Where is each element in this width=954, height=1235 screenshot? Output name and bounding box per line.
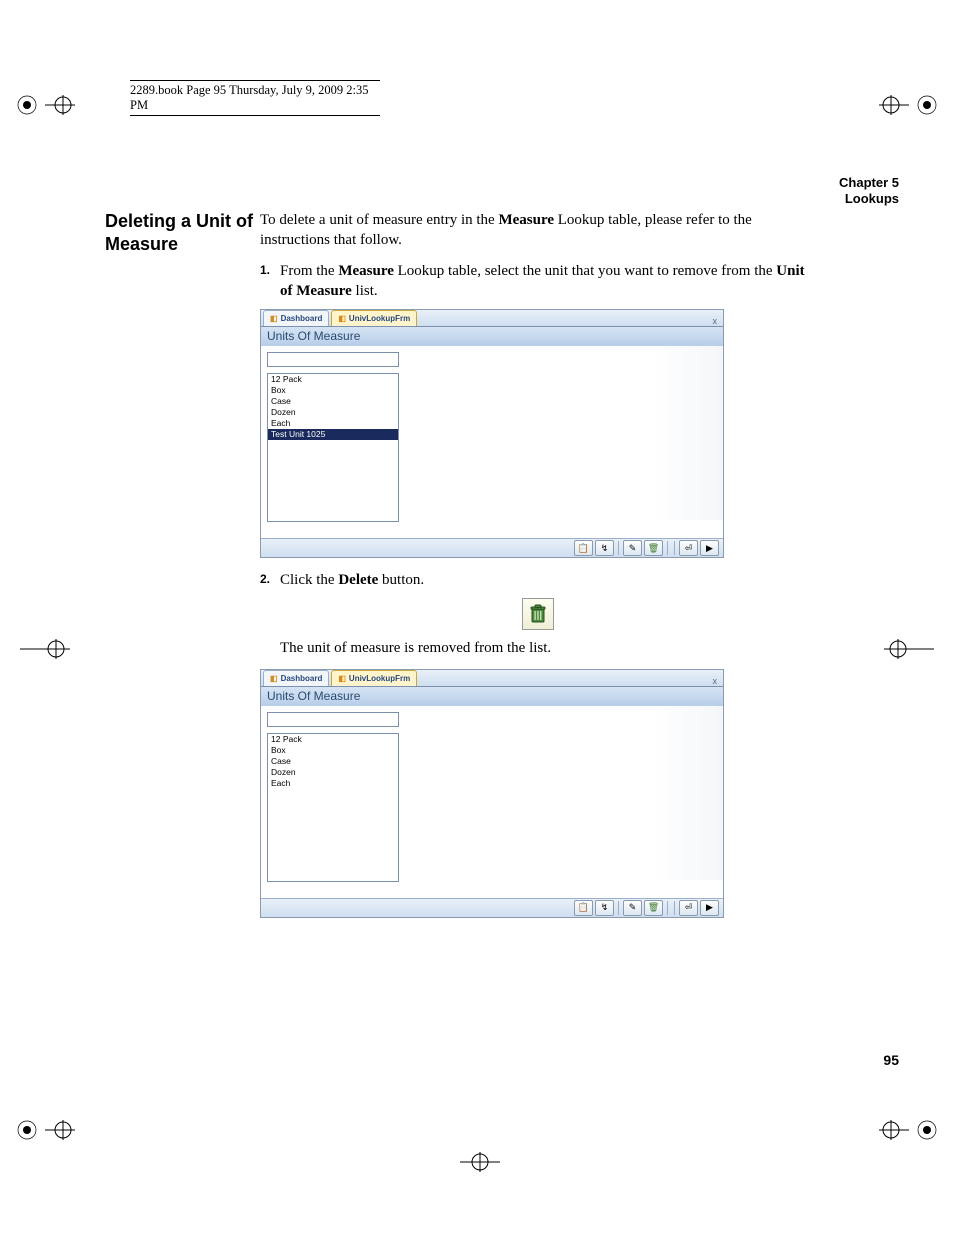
page-number: 95 [883, 1052, 899, 1068]
list-item[interactable]: Each [268, 418, 398, 429]
list-item[interactable]: Case [268, 396, 398, 407]
panel-title: Units Of Measure [261, 687, 723, 706]
edit-button[interactable]: ✎ [623, 540, 642, 556]
list-item[interactable]: Case [268, 756, 398, 767]
go-button[interactable]: ▶ [700, 900, 719, 916]
delete-button[interactable]: 🗑 [644, 540, 663, 556]
chapter-title: Lookups [839, 191, 899, 207]
copy-button[interactable]: ↯ [595, 900, 614, 916]
tab-dashboard[interactable]: ◧ Dashboard [263, 670, 329, 686]
delete-button-icon-figure [522, 598, 554, 630]
crop-mark-icon [20, 636, 70, 662]
undo-button[interactable]: ⏎ [679, 540, 698, 556]
list-item[interactable]: 12 Pack [268, 374, 398, 385]
new-button[interactable]: 📋 [574, 900, 593, 916]
unit-of-measure-list[interactable]: 12 PackBoxCaseDozenEachTest Unit 1025 [267, 373, 399, 522]
running-header: 2289.book Page 95 Thursday, July 9, 2009… [130, 80, 380, 116]
status-bar: 📋↯ ✎🗑 ⏎▶ [261, 898, 723, 917]
step-2: 2. Click the Delete button. [260, 570, 815, 590]
tab-icon: ◧ [338, 674, 346, 683]
step-number: 2. [260, 570, 280, 590]
result-paragraph: The unit of measure is removed from the … [280, 638, 815, 658]
step-1: 1. From the Measure Lookup table, select… [260, 261, 815, 302]
go-button[interactable]: ▶ [700, 540, 719, 556]
step-number: 1. [260, 261, 280, 302]
copy-button[interactable]: ↯ [595, 540, 614, 556]
intro-paragraph: To delete a unit of measure entry in the… [260, 210, 815, 251]
search-input[interactable] [267, 352, 399, 367]
list-item[interactable]: Box [268, 745, 398, 756]
crop-mark-icon [884, 636, 934, 662]
tab-icon: ◧ [270, 314, 278, 323]
tab-icon: ◧ [270, 674, 278, 683]
list-item[interactable]: Dozen [268, 407, 398, 418]
undo-button[interactable]: ⏎ [679, 900, 698, 916]
list-item[interactable]: Each [268, 778, 398, 789]
crop-mark-icon [879, 1117, 939, 1143]
close-tab-button[interactable]: x [709, 676, 722, 686]
screenshot-before-delete: ◧ Dashboard ◧ UnivLookupFrm x Units Of M… [260, 309, 724, 558]
chapter-number: Chapter 5 [839, 175, 899, 191]
list-item[interactable]: Test Unit 1025 [268, 429, 398, 440]
tab-univlookupfrm[interactable]: ◧ UnivLookupFrm [331, 310, 417, 326]
crop-mark-icon [15, 92, 75, 118]
tab-dashboard[interactable]: ◧ Dashboard [263, 310, 329, 326]
screenshot-after-delete: ◧ Dashboard ◧ UnivLookupFrm x Units Of M… [260, 669, 724, 918]
unit-of-measure-list[interactable]: 12 PackBoxCaseDozenEach [267, 733, 399, 882]
panel-title: Units Of Measure [261, 327, 723, 346]
close-tab-button[interactable]: x [709, 316, 722, 326]
crop-mark-icon [450, 1149, 510, 1175]
chapter-header: Chapter 5 Lookups [839, 175, 899, 208]
tab-icon: ◧ [338, 314, 346, 323]
edit-button[interactable]: ✎ [623, 900, 642, 916]
list-item[interactable]: 12 Pack [268, 734, 398, 745]
list-item[interactable]: Dozen [268, 767, 398, 778]
tab-univlookupfrm[interactable]: ◧ UnivLookupFrm [331, 670, 417, 686]
section-heading: Deleting a Unit of Measure [105, 210, 255, 257]
search-input[interactable] [267, 712, 399, 727]
crop-mark-icon [15, 1117, 75, 1143]
list-item[interactable]: Box [268, 385, 398, 396]
trash-icon [529, 604, 547, 624]
status-bar: 📋↯ ✎🗑 ⏎▶ [261, 538, 723, 557]
new-button[interactable]: 📋 [574, 540, 593, 556]
crop-mark-icon [879, 92, 939, 118]
delete-button[interactable]: 🗑 [644, 900, 663, 916]
